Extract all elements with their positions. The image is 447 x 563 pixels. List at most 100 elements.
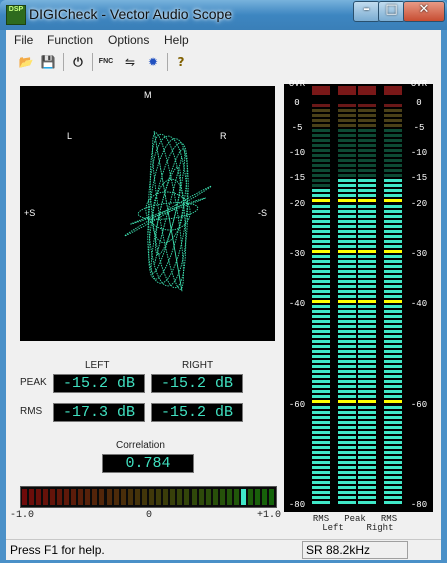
meter-segment-peak-right: [358, 400, 376, 404]
menu-options[interactable]: Options: [108, 33, 149, 47]
options-button[interactable]: ✹: [143, 52, 163, 72]
function-button[interactable]: FNC: [96, 52, 116, 72]
meter-segment-peak-left: [338, 445, 356, 449]
meter-segment-peak-left: [338, 470, 356, 474]
correlation-segment: [184, 489, 190, 505]
meter-segment-rms-right: [384, 299, 402, 303]
correlation-segment: [127, 489, 133, 505]
meter-segment-rms-left: [312, 289, 330, 293]
meter-segment-peak-left: [338, 189, 356, 193]
meter-segment-rms-right: [384, 320, 402, 324]
meter-segment-rms-right: [384, 144, 402, 148]
meter-segment-peak-left: [338, 109, 356, 113]
meter-segment-rms-left: [312, 104, 330, 108]
meter-label-right: Right: [366, 523, 394, 533]
meter-segment-peak-right: [358, 490, 376, 494]
meter-segment-peak-right: [358, 164, 376, 168]
meter-segment-rms-right: [384, 340, 402, 344]
meter-segment-rms-right: [384, 209, 402, 213]
correlation-segment: [113, 489, 119, 505]
meter-scale-left: -20: [288, 198, 306, 209]
meter-segment-rms-left: [312, 239, 330, 243]
meter-segment-peak-left: [338, 214, 356, 218]
meter-segment-rms-right: [384, 420, 402, 424]
meter-segment-peak-left: [338, 114, 356, 118]
meter-segment-rms-right: [384, 184, 402, 188]
meter-segment-rms-right: [384, 395, 402, 399]
meter-segment-rms-right: [384, 199, 402, 203]
meter-segment-rms-left: [312, 184, 330, 188]
lissajous-trace: [123, 130, 213, 292]
meter-segment-peak-right: [358, 229, 376, 233]
meter-segment-peak-left: [338, 380, 356, 384]
meter-segment-peak-left: [338, 134, 356, 138]
meter-segment-peak-left: [338, 164, 356, 168]
meter-segment-rms-left: [312, 435, 330, 439]
save-button[interactable]: 💾: [38, 52, 58, 72]
meter-segment-rms-right: [384, 269, 402, 273]
correlation-segment: [92, 489, 98, 505]
peak-label: PEAK: [20, 377, 47, 388]
menu-file[interactable]: File: [14, 33, 33, 47]
meter-segment-peak-left: [338, 375, 356, 379]
meter-segment-peak-right: [358, 330, 376, 334]
meter-segment-peak-right: [358, 274, 376, 278]
meter-segment-peak-right: [358, 475, 376, 479]
meter-segment-rms-right: [384, 119, 402, 123]
meter-segment-peak-left: [338, 209, 356, 213]
meter-segment-rms-left: [312, 365, 330, 369]
meter-segment-rms-right: [384, 244, 402, 248]
meter-segment-peak-right: [358, 465, 376, 469]
meter-segment-rms-left: [312, 159, 330, 163]
meter-segment-rms-right: [384, 370, 402, 374]
meter-segment-rms-left: [312, 134, 330, 138]
meter-segment-peak-right: [358, 264, 376, 268]
meter-segment-rms-right: [384, 159, 402, 163]
meter-segment-rms-left: [312, 264, 330, 268]
meter-scale-left: -60: [288, 399, 306, 410]
meter-segment-peak-left: [338, 330, 356, 334]
app-icon[interactable]: DSP: [6, 5, 26, 25]
meter-segment-rms-left: [312, 355, 330, 359]
correlation-segment: [248, 489, 254, 505]
help-button[interactable]: ?: [171, 52, 191, 72]
meter-segment-peak-right: [358, 355, 376, 359]
meter-segment-peak-left: [338, 264, 356, 268]
settings-button[interactable]: ⇋: [120, 52, 140, 72]
menu-function[interactable]: Function: [47, 33, 93, 47]
correlation-segment: [234, 489, 240, 505]
meter-segment-rms-left: [312, 129, 330, 133]
meter-segment-rms-left: [312, 259, 330, 263]
meter-segment-peak-left: [338, 129, 356, 133]
meter-segment-peak-left: [338, 184, 356, 188]
correlation-label: Correlation: [116, 440, 165, 451]
meter-segment-rms-right: [384, 254, 402, 258]
menu-help[interactable]: Help: [164, 33, 189, 47]
meter-segment-rms-right: [384, 330, 402, 334]
correlation-segment: [262, 489, 268, 505]
meter-segment-rms-right: [384, 104, 402, 108]
meter-segment-rms-left: [312, 470, 330, 474]
meter-segment-rms-left: [312, 495, 330, 499]
meter-segment-rms-left: [312, 350, 330, 354]
meter-segment-peak-left: [338, 395, 356, 399]
power-button[interactable]: ⏻: [68, 52, 88, 72]
power-icon: ⏻: [73, 55, 83, 69]
correlation-segment: [198, 489, 204, 505]
meter-segment-peak-left: [338, 219, 356, 223]
scope-label-m: M: [144, 90, 152, 100]
maximize-button[interactable]: □: [378, 1, 405, 22]
open-button[interactable]: 📂: [16, 52, 36, 72]
correlation-segment: [85, 489, 91, 505]
close-button[interactable]: ✕: [403, 1, 445, 22]
meter-segment-peak-right: [358, 129, 376, 133]
meter-segment-rms-left: [312, 244, 330, 248]
meter-scale-left: -80: [288, 500, 306, 510]
help-icon: ?: [177, 55, 185, 69]
meter-segment-rms-right: [384, 124, 402, 128]
meter-segment-peak-left: [338, 460, 356, 464]
settings-icon: ⇋: [124, 55, 136, 69]
correlation-segment: [106, 489, 112, 505]
minimize-button[interactable]: –: [353, 1, 380, 22]
meter-segment-peak-left: [338, 400, 356, 404]
